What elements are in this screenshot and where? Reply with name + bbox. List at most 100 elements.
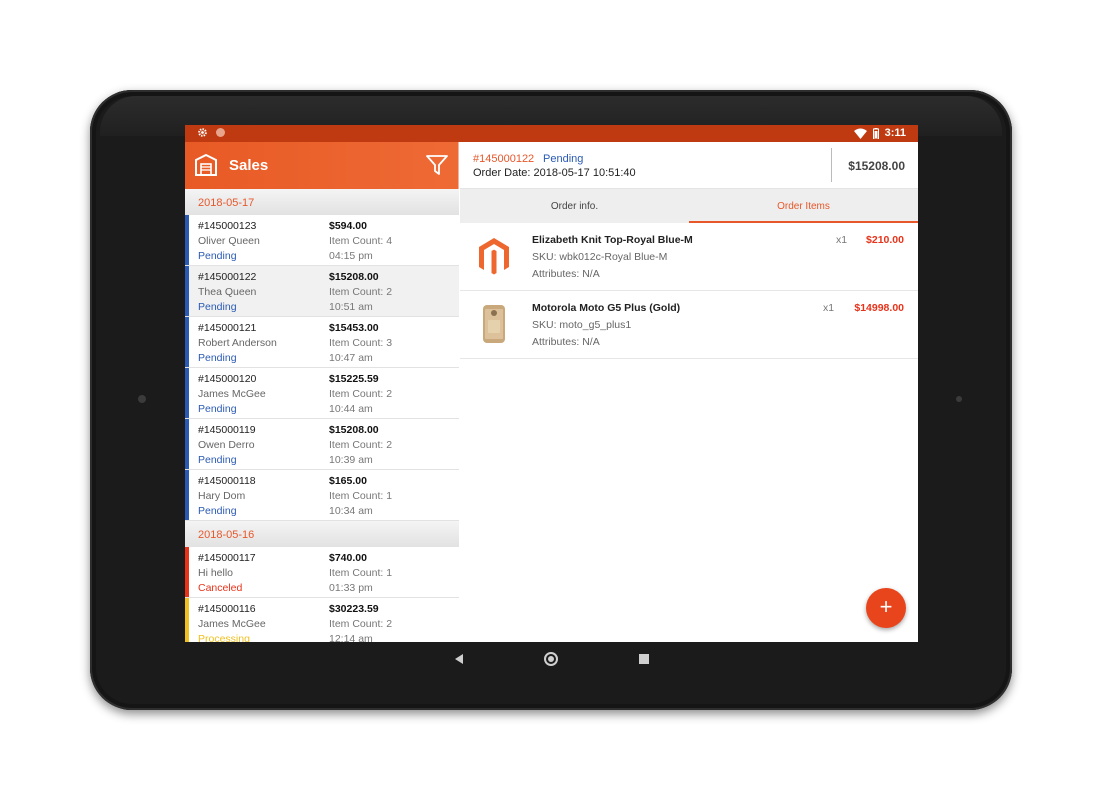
status-time: 3:11	[884, 127, 906, 139]
home-icon[interactable]	[544, 652, 558, 666]
navigation-bar	[185, 642, 918, 678]
order-item-row[interactable]: Motorola Moto G5 Plus (Gold) SKU: moto_g…	[460, 291, 918, 359]
order-id: #145000123	[198, 220, 257, 232]
customer-name: Oliver Queen	[198, 235, 260, 247]
sensor	[956, 396, 962, 402]
order-id: #145000121	[198, 322, 257, 334]
order-status: Processing	[198, 633, 250, 642]
order-id: #145000116	[198, 603, 256, 615]
detail-order-date: Order Date: 2018-05-17 10:51:40	[473, 167, 636, 179]
order-time: 10:51 am	[329, 301, 373, 313]
back-icon[interactable]	[454, 653, 464, 665]
order-row[interactable]: #145000117 Hi hello Canceled $740.00 Ite…	[185, 547, 459, 598]
order-amount: $30223.59	[329, 603, 379, 615]
customer-name: Robert Anderson	[198, 337, 277, 349]
order-status: Pending	[198, 403, 237, 415]
order-row[interactable]: #145000121 Robert Anderson Pending $1545…	[185, 317, 459, 368]
filter-icon[interactable]	[426, 154, 448, 176]
item-count: Item Count: 1	[329, 567, 393, 579]
app-bar: Sales	[185, 142, 458, 189]
order-id: #145000120	[198, 373, 257, 385]
order-id: #145000118	[198, 475, 256, 487]
front-camera	[138, 395, 146, 403]
item-count: Item Count: 3	[329, 337, 393, 349]
order-time: 10:44 am	[329, 403, 373, 415]
tab-order-items[interactable]: Order Items	[689, 189, 918, 223]
header-divider	[831, 148, 832, 182]
order-amount: $15225.59	[329, 373, 379, 385]
recents-icon[interactable]	[639, 654, 649, 664]
magento-logo-icon	[479, 238, 509, 275]
notification-dot-icon	[216, 128, 225, 137]
order-item-row[interactable]: Elizabeth Knit Top-Royal Blue-M SKU: wbk…	[460, 223, 918, 291]
battery-icon	[872, 127, 879, 139]
order-status: Pending	[198, 454, 237, 466]
item-price: $14998.00	[854, 302, 904, 314]
order-amount: $740.00	[329, 552, 367, 564]
order-row[interactable]: #145000120 James McGee Pending $15225.59…	[185, 368, 459, 419]
add-button[interactable]: +	[866, 588, 906, 628]
status-stripe	[185, 317, 189, 367]
order-status: Pending	[198, 250, 237, 262]
item-name: Motorola Moto G5 Plus (Gold)	[532, 302, 681, 314]
order-status: Pending	[198, 352, 237, 364]
order-time: 04:15 pm	[329, 250, 373, 262]
detail-tabs: Order info. Order Items	[460, 189, 918, 223]
item-count: Item Count: 4	[329, 235, 393, 247]
customer-name: Hary Dom	[198, 490, 246, 502]
order-id: #145000119	[198, 424, 256, 436]
settings-notification-icon	[198, 128, 207, 137]
detail-order-status: Pending	[543, 153, 584, 165]
order-row[interactable]: #145000118 Hary Dom Pending $165.00 Item…	[185, 470, 459, 521]
order-status: Canceled	[198, 582, 243, 594]
item-count: Item Count: 2	[329, 618, 393, 630]
order-time: 10:39 am	[329, 454, 373, 466]
status-stripe	[185, 470, 189, 520]
status-stripe	[185, 368, 189, 418]
order-detail-pane: #145000122 Pending Order Date: 2018-05-1…	[460, 142, 918, 642]
item-count: Item Count: 2	[329, 388, 393, 400]
wifi-icon	[853, 128, 867, 139]
app-title: Sales	[229, 157, 269, 174]
orders-pane: Sales 2018-05-17 #145000123 Oliver Queen…	[185, 142, 459, 642]
order-id: #145000122	[198, 271, 257, 283]
item-attributes: Attributes: N/A	[532, 336, 600, 348]
item-attributes: Attributes: N/A	[532, 268, 600, 280]
customer-name: James McGee	[198, 618, 266, 630]
status-stripe	[185, 598, 189, 642]
date-header: 2018-05-17	[185, 189, 459, 215]
customer-name: Owen Derro	[198, 439, 255, 451]
status-stripe	[185, 215, 189, 265]
order-amount: $165.00	[329, 475, 367, 487]
order-amount: $15208.00	[329, 424, 379, 436]
order-row[interactable]: #145000116 James McGee Processing $30223…	[185, 598, 459, 642]
tab-order-info[interactable]: Order info.	[460, 189, 689, 223]
date-header: 2018-05-16	[185, 521, 459, 547]
order-time: 10:47 am	[329, 352, 373, 364]
orders-list[interactable]: 2018-05-17 #145000123 Oliver Queen Pendi…	[185, 189, 459, 642]
item-count: Item Count: 1	[329, 490, 393, 502]
item-count: Item Count: 2	[329, 286, 393, 298]
order-status: Pending	[198, 301, 237, 313]
order-row-selected[interactable]: #145000122 Thea Queen Pending $15208.00 …	[185, 266, 459, 317]
phone-image-icon	[483, 305, 505, 343]
order-detail-header: #145000122 Pending Order Date: 2018-05-1…	[460, 142, 918, 189]
item-name: Elizabeth Knit Top-Royal Blue-M	[532, 234, 693, 246]
status-bar: 3:11	[185, 125, 918, 142]
item-sku: SKU: moto_g5_plus1	[532, 319, 632, 331]
detail-order-id: #145000122	[473, 153, 535, 165]
status-stripe	[185, 419, 189, 469]
order-row[interactable]: #145000123 Oliver Queen Pending $594.00 …	[185, 215, 459, 266]
detail-order-total: $15208.00	[848, 159, 905, 173]
item-quantity: x1	[836, 234, 848, 246]
screen: 3:11 Sales 2018-05-17 #145000123 Oliver …	[185, 125, 918, 642]
item-count: Item Count: 2	[329, 439, 393, 451]
store-logo-icon[interactable]	[195, 154, 217, 176]
customer-name: Hi hello	[198, 567, 234, 579]
order-amount: $594.00	[329, 220, 367, 232]
order-time: 10:34 am	[329, 505, 373, 517]
order-row[interactable]: #145000119 Owen Derro Pending $15208.00 …	[185, 419, 459, 470]
order-amount: $15208.00	[329, 271, 379, 283]
status-stripe	[185, 547, 189, 597]
order-time: 01:33 pm	[329, 582, 373, 594]
